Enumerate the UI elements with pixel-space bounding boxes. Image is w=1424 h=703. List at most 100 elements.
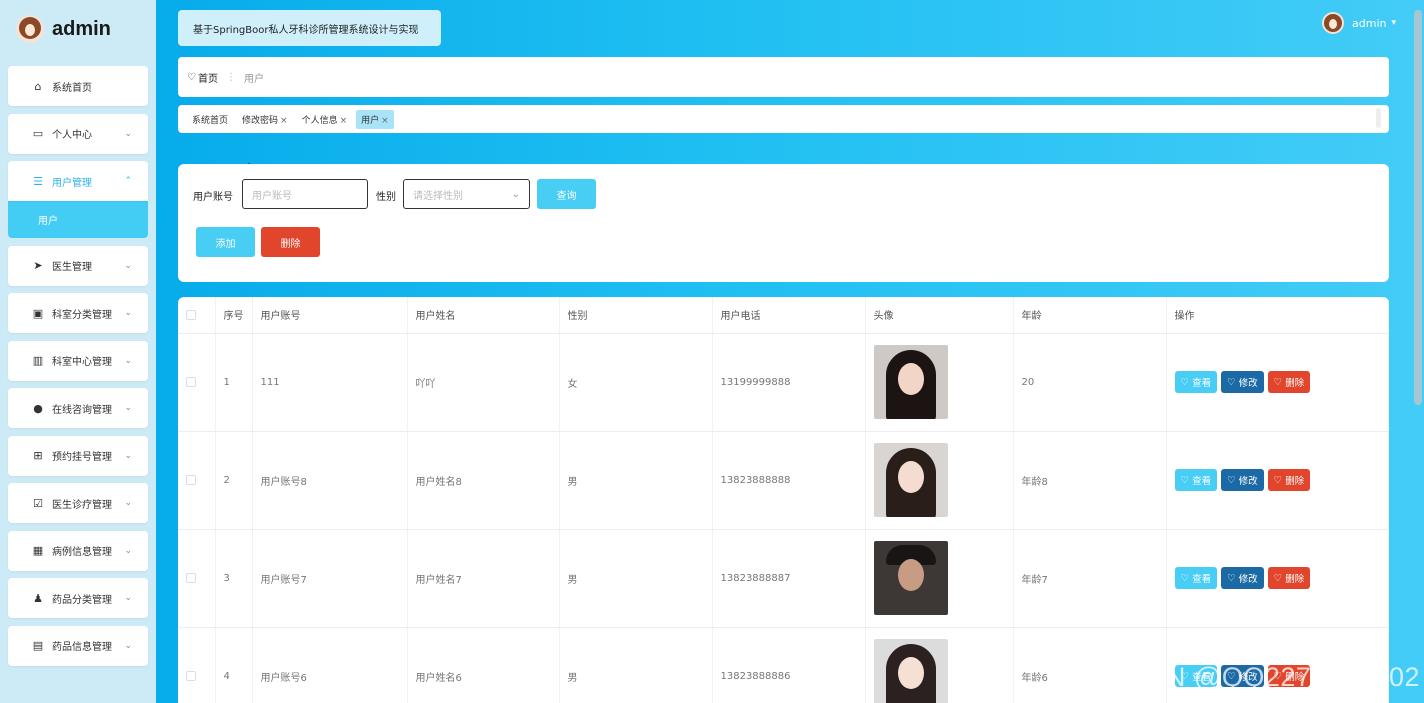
view-button[interactable]: ♡ 查看	[1174, 371, 1218, 393]
close-icon[interactable]: ×	[340, 116, 348, 126]
sidebar-item-department-center[interactable]: ▥ 科室中心管理 ⌄	[8, 340, 148, 381]
search-panel: 用户账号 用户账号 性别 请选择性别 ⌄ 查询 添加 删除	[178, 164, 1389, 282]
query-button[interactable]: 查询	[537, 179, 596, 209]
sidebar-item-label: 科室中心管理	[52, 357, 112, 368]
briefcase-icon: ▤	[32, 639, 44, 652]
sidebar-item-label: 医生管理	[52, 262, 92, 273]
heart-icon: ♡	[1180, 474, 1190, 486]
cell-name: 用户姓名6	[407, 627, 560, 703]
user-photo[interactable]	[873, 345, 948, 419]
sidebar-item-user-management[interactable]: ☰ 用户管理 ⌃	[8, 161, 148, 201]
view-button[interactable]: ♡ 查看	[1174, 567, 1218, 589]
sidebar-item-label: 用户管理	[52, 177, 92, 189]
sidebar-item-drug-info[interactable]: ▤ 药品信息管理 ⌄	[8, 625, 148, 666]
account-search-input[interactable]: 用户账号	[242, 179, 368, 209]
row-checkbox[interactable]	[186, 671, 196, 681]
delete-button[interactable]: ♡ 删除	[1267, 469, 1311, 491]
building-icon: ▥	[32, 354, 44, 367]
column-header: 用户账号	[252, 297, 408, 334]
cell-name: 吖吖	[407, 333, 560, 432]
tab-personal-info[interactable]: 个人信息 ×	[297, 110, 353, 129]
close-icon[interactable]: ×	[381, 116, 389, 126]
breadcrumb-home[interactable]: 首页	[198, 70, 218, 85]
edit-button[interactable]: ♡ 修改	[1221, 371, 1264, 393]
tab-home[interactable]: 系统首页	[187, 110, 233, 129]
select-all-checkbox[interactable]	[186, 309, 196, 320]
view-button[interactable]: ♡ 查看	[1174, 469, 1218, 491]
cell-avatar	[865, 627, 1014, 703]
sidebar-item-drug-category[interactable]: ♟ 药品分类管理 ⌄	[8, 578, 148, 618]
tab-user[interactable]: 用户 ×	[356, 109, 394, 129]
sidebar-item-online-consult[interactable]: ● 在线咨询管理 ⌄	[8, 388, 148, 428]
cell-avatar	[865, 333, 1014, 432]
page-scrollbar[interactable]	[1414, 10, 1422, 405]
cell-age: 20	[1013, 333, 1167, 432]
grid-icon: ⊞	[33, 449, 43, 462]
edit-button[interactable]: ♡ 修改	[1221, 469, 1264, 491]
sidebar-menu: ⌂ 系统首页 ▭ 个人中心 ⌄ ☰ 用户管理 ⌃ 用户 ➤ 医生管理 ⌄ ▣ 科…	[0, 58, 156, 666]
sidebar-item-label: 科室分类管理	[52, 309, 112, 321]
sidebar-item-appointment[interactable]: ⊞ 预约挂号管理 ⌄	[8, 435, 148, 476]
heart-icon: ♡	[1227, 376, 1236, 388]
tags-scrollbar[interactable]	[1376, 108, 1381, 128]
add-button[interactable]: 添加	[196, 227, 255, 257]
view-label: 查看	[1192, 476, 1212, 487]
delete-button[interactable]: ♡ 删除	[1267, 567, 1311, 589]
sidebar-item-home[interactable]: ⌂ 系统首页	[8, 66, 148, 106]
cell-index: 4	[215, 627, 253, 703]
cell-phone: 13199999888	[712, 333, 866, 432]
apps-icon: ▦	[32, 544, 44, 557]
heart-icon: ♡	[1180, 376, 1190, 388]
row-checkbox[interactable]	[186, 573, 196, 583]
cell-index: 2	[215, 431, 253, 530]
select-all-cell	[178, 297, 216, 334]
user-photo[interactable]	[873, 443, 948, 517]
delete-button[interactable]: ♡ 删除	[1267, 371, 1311, 393]
sidebar-item-diagnosis[interactable]: ☑ 医生诊疗管理 ⌄	[8, 483, 148, 523]
tab-change-password[interactable]: 修改密码 ×	[237, 110, 293, 129]
sidebar-item-label: 在线咨询管理	[52, 404, 112, 416]
tags-bar: 系统首页 修改密码 × 个人信息 × 用户 ×	[178, 105, 1389, 133]
tab-label: 个人信息	[301, 115, 338, 126]
heart-icon: ♡	[1273, 376, 1283, 388]
user-photo[interactable]	[873, 541, 948, 615]
chevron-up-icon: ⌃	[124, 176, 132, 186]
bulb-icon: ●	[33, 401, 43, 415]
breadcrumb-separator: ⋮	[225, 71, 236, 83]
gender-select[interactable]: 请选择性别 ⌄	[403, 179, 530, 209]
gender-label: 性别	[376, 192, 396, 203]
card-icon: ▭	[32, 127, 44, 140]
column-header: 年龄	[1013, 297, 1167, 334]
chevron-down-icon: ⌄	[124, 498, 132, 508]
sidebar-item-label: 医生诊疗管理	[52, 499, 112, 511]
batch-delete-button[interactable]: 删除	[261, 227, 320, 257]
row-checkbox[interactable]	[186, 377, 196, 387]
sidebar-item-case-info[interactable]: ▦ 病例信息管理 ⌄	[8, 530, 148, 571]
edit-label: 修改	[1238, 476, 1258, 487]
row-checkbox[interactable]	[186, 475, 196, 485]
sidebar-item-personal-center[interactable]: ▭ 个人中心 ⌄	[8, 113, 148, 154]
cell-age: 年龄8	[1013, 431, 1167, 530]
cell-avatar	[865, 431, 1014, 530]
column-header: 用户姓名	[407, 297, 560, 334]
chevron-down-icon: ⌄	[124, 593, 132, 603]
user-photo[interactable]	[873, 639, 948, 703]
column-header: 性别	[559, 297, 713, 334]
avatar	[1322, 12, 1344, 34]
table-header-row: 序号 用户账号 用户姓名 性别 用户电话 头像 年龄 操作	[178, 297, 1389, 334]
edit-button[interactable]: ♡ 修改	[1221, 567, 1264, 589]
cell-name: 用户姓名8	[407, 431, 560, 530]
table-row: 3 用户账号7 用户姓名7 男 13823888887 年龄7 ♡ 查看 ♡ 修…	[178, 529, 1389, 628]
table-row: 2 用户账号8 用户姓名8 男 13823888888 年龄8 ♡ 查看 ♡ 修…	[178, 431, 1389, 530]
sidebar-item-department-category[interactable]: ▣ 科室分类管理 ⌄	[8, 293, 148, 333]
sidebar-item-doctor-management[interactable]: ➤ 医生管理 ⌄	[8, 245, 148, 286]
cell-phone: 13823888886	[712, 627, 866, 703]
account-label: 用户账号	[193, 192, 233, 203]
user-menu[interactable]: admin ▾	[1322, 12, 1396, 34]
sidebar-subitem-user[interactable]: 用户	[8, 201, 148, 238]
chevron-down-icon: ⌄	[124, 450, 132, 461]
heart-icon: ♡	[1273, 474, 1283, 486]
cell-gender: 女	[559, 333, 713, 432]
close-icon[interactable]: ×	[280, 116, 288, 126]
row-select-cell	[178, 333, 216, 432]
